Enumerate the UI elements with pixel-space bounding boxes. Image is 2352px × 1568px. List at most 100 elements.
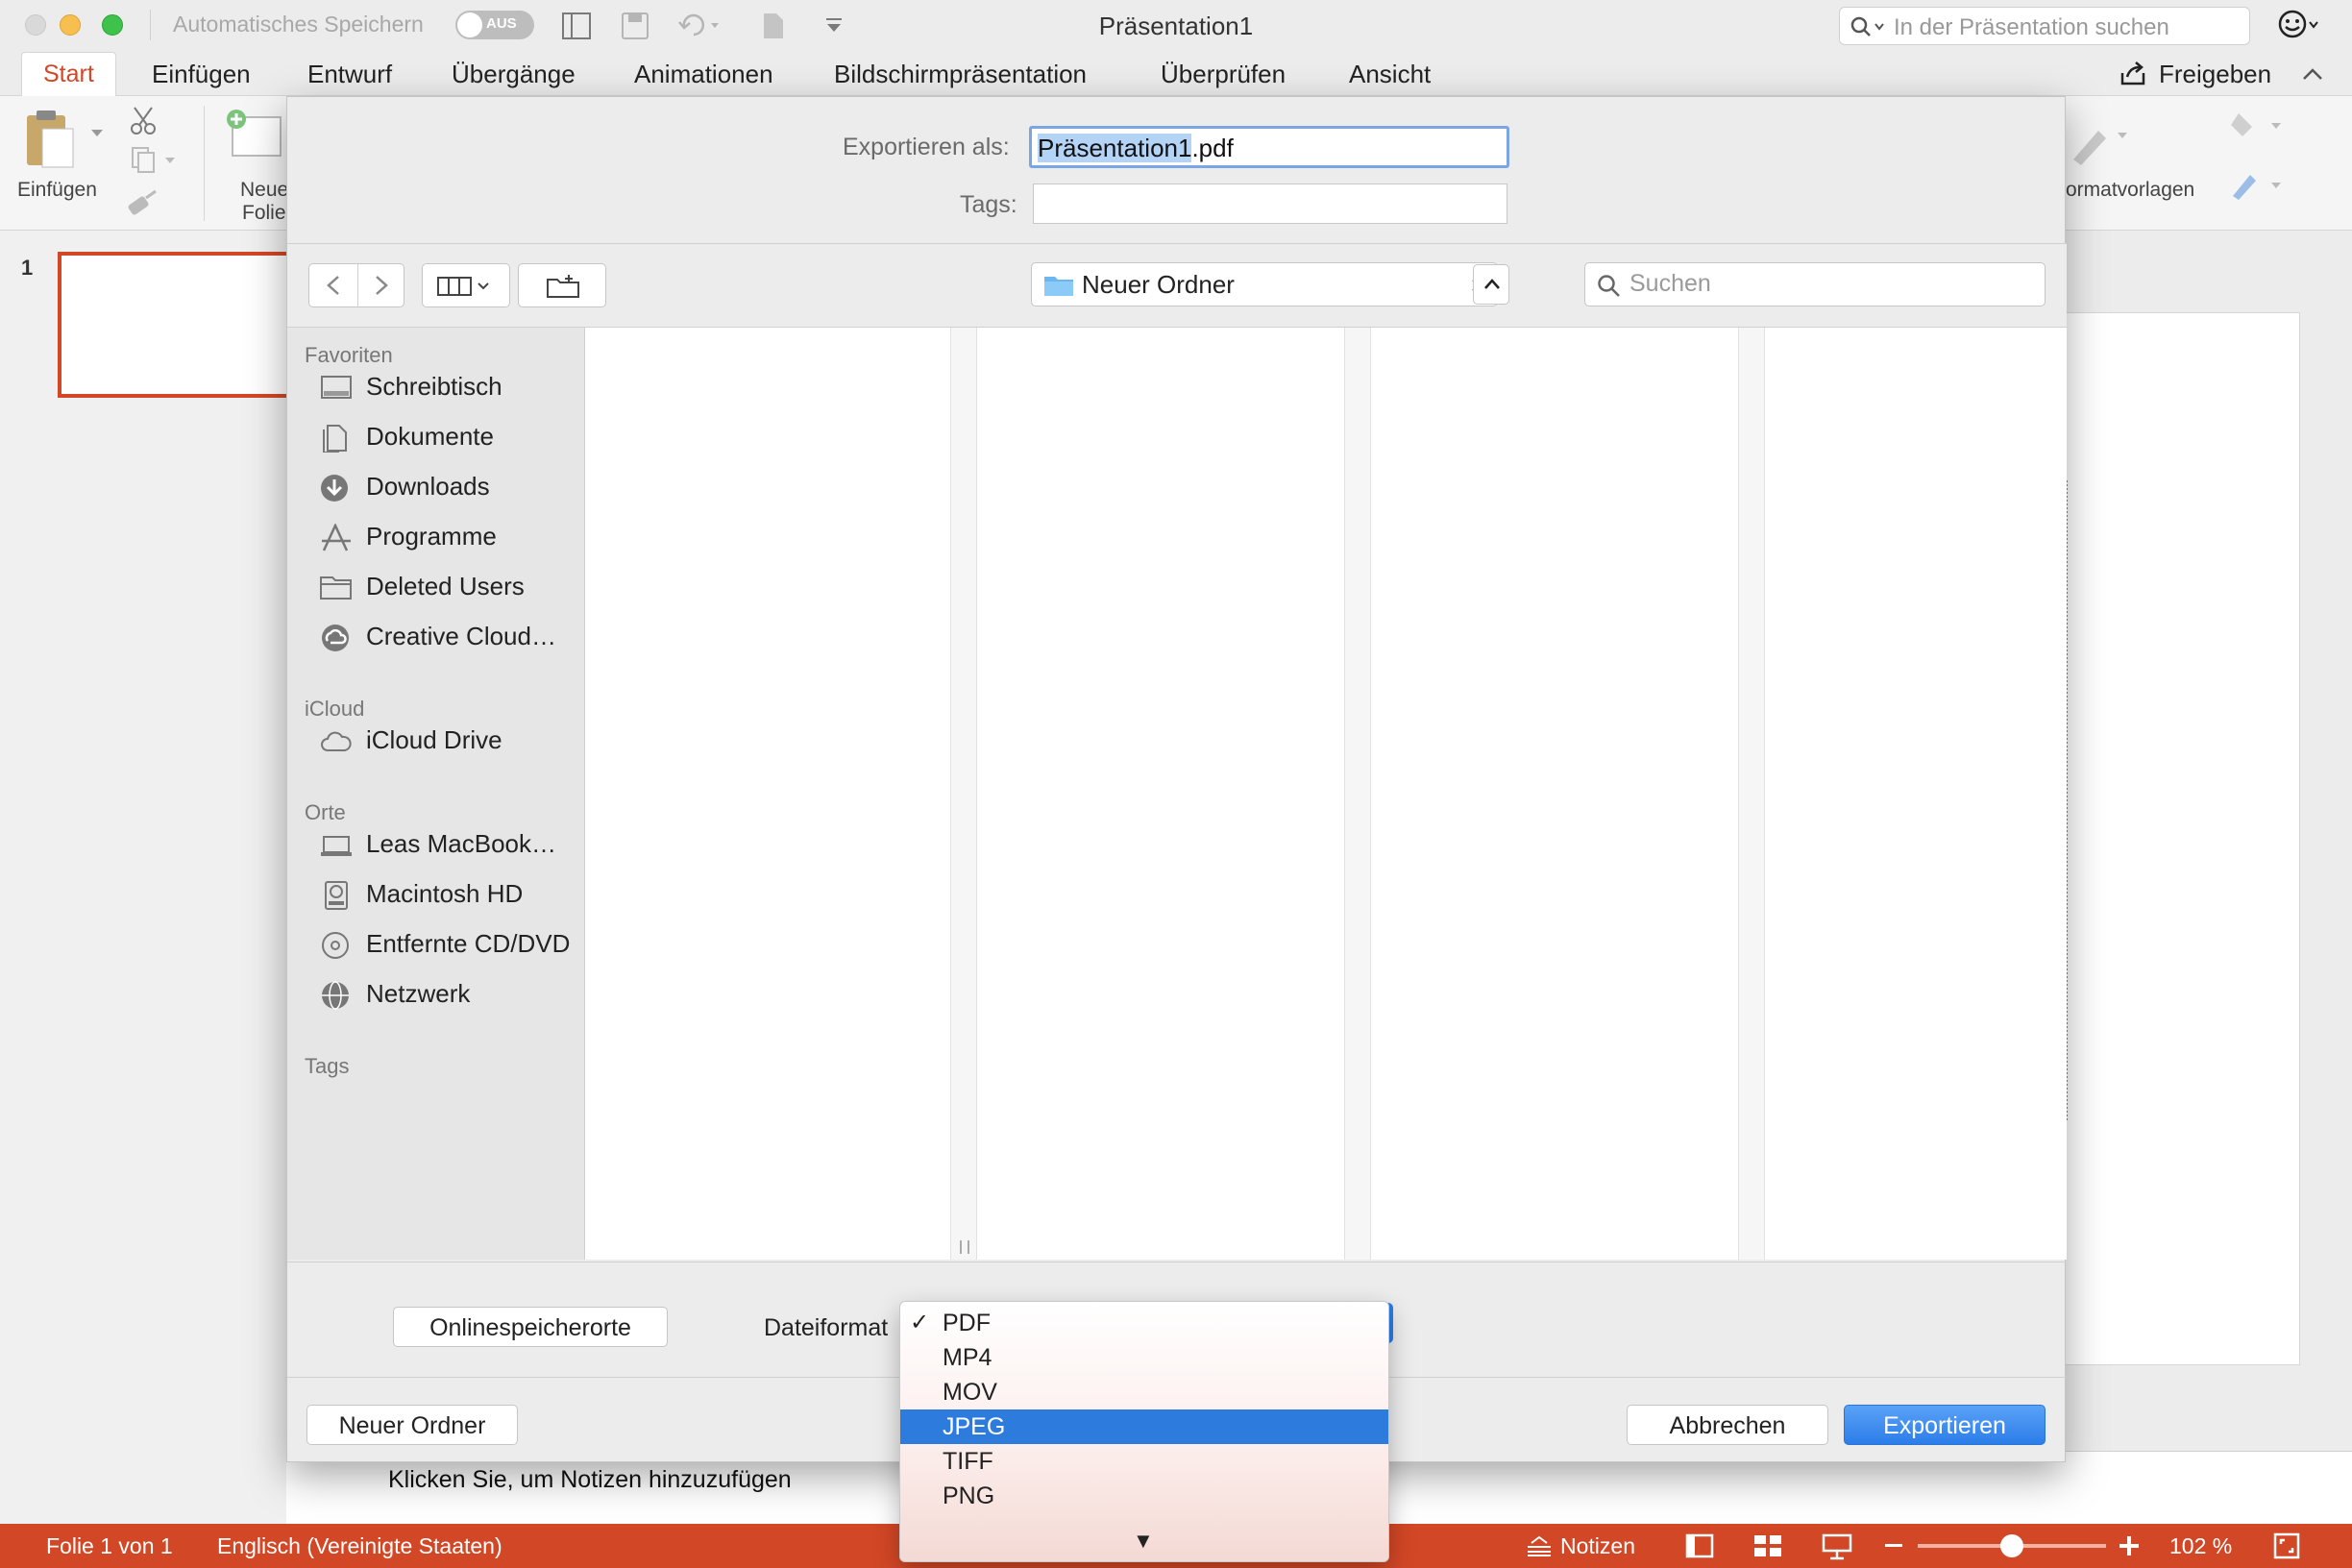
sidebar-item-label: Downloads [366,472,490,501]
icloud-header: iCloud [305,697,365,721]
file-browser[interactable] [585,328,2067,1260]
tags-field[interactable] [1033,184,1507,224]
filename-field[interactable]: Präsentation1.pdf [1029,126,1509,168]
sidebar-item-macintosh-hd[interactable]: Macintosh HD [305,873,583,916]
paste-icon[interactable] [21,108,79,171]
notes-label: Notizen [1560,1533,1635,1558]
sidebar-item-label: iCloud Drive [366,725,502,754]
downloads-icon [321,475,348,502]
sidebar-item-network[interactable]: Netzwerk [305,973,583,1016]
new-slide-icon[interactable] [225,108,282,161]
tab-design[interactable]: Entwurf [307,60,392,89]
menu-item-pdf[interactable]: ✓ PDF [900,1306,1388,1340]
menu-item-label: TIFF [943,1448,993,1475]
scroll-down-arrow-icon[interactable]: ▼ [1133,1529,1154,1554]
language-indicator[interactable]: Englisch (Vereinigte Staaten) [217,1533,502,1559]
ribbon-divider [204,106,205,221]
tab-slideshow[interactable]: Bildschirmpräsentation [834,60,1087,89]
tab-review[interactable]: Überprüfen [1161,60,1286,89]
sidebar-item-label: Entfernte CD/DVD [366,929,571,958]
smiley-feedback-icon[interactable] [2277,9,2321,41]
new-folder-toolbar-button[interactable] [518,263,606,307]
slide-info: Folie 1 von 1 [46,1533,173,1558]
share-icon [2120,61,2145,86]
column-divider[interactable] [1738,328,1765,1260]
column-resize-handle[interactable] [960,1240,969,1254]
zoom-level[interactable]: 102 % [2169,1533,2232,1559]
menu-item-jpeg[interactable]: JPEG [900,1409,1388,1444]
sidebar-item-desktop[interactable]: Schreibtisch [305,366,583,408]
new-slide-label: Neue [240,179,289,201]
places-header: Orte [305,800,346,824]
expand-collapse-button[interactable] [1473,264,1509,305]
collapse-ribbon-icon[interactable] [2302,67,2323,81]
notes-toggle-button[interactable]: Notizen [1526,1531,1651,1560]
file-format-label: Dateiformat [764,1314,889,1341]
filename-selection: Präsentation1 [1038,134,1192,162]
menu-item-label: PNG [943,1482,995,1509]
outline-pen-icon[interactable] [2229,169,2291,202]
column-divider[interactable] [950,328,977,1260]
folder-icon [320,576,352,600]
chevron-up-icon [1484,279,1500,289]
checkmark-icon: ✓ [910,1310,930,1335]
forward-icon[interactable] [373,275,390,296]
zoom-out-icon[interactable] [1885,1543,1902,1549]
view-mode-button[interactable] [422,263,510,307]
desktop-icon [321,376,352,399]
zoom-in-icon[interactable] [2119,1536,2139,1556]
sidebar-item-label: Netzwerk [366,979,471,1008]
back-icon[interactable] [325,275,342,296]
slide-thumbnail[interactable] [58,252,307,398]
slide-sorter-icon[interactable] [1752,1533,1783,1558]
column-divider[interactable] [1344,328,1371,1260]
columns-view-icon [437,277,489,296]
new-folder-button[interactable]: Neuer Ordner [306,1405,518,1445]
sidebar-item-label: Leas MacBook… [366,829,556,858]
cloud-icon [321,731,352,751]
sidebar-item-creative-cloud[interactable]: Creative Cloud… [305,616,583,658]
sidebar-item-deleted-users[interactable]: Deleted Users [305,566,583,608]
sidebar-item-downloads[interactable]: Downloads [305,466,583,508]
export-button[interactable]: Exportieren [1844,1405,2046,1445]
location-label: Neuer Ordner [1082,270,1235,299]
sidebar-item-documents[interactable]: Dokumente [305,416,583,458]
menu-item-label: MOV [943,1379,997,1406]
tab-insert[interactable]: Einfügen [152,60,251,89]
cancel-button[interactable]: Abbrechen [1627,1405,1828,1445]
location-popup[interactable]: Neuer Ordner [1031,262,1498,306]
ribbon-tab-bar: Start Einfügen Entwurf Übergänge Animati… [0,52,2352,96]
sidebar-item-icloud-drive[interactable]: iCloud Drive [305,720,583,762]
cut-icon[interactable] [129,106,158,136]
zoom-slider-knob[interactable] [2000,1534,2023,1557]
tab-animations[interactable]: Animationen [634,60,773,89]
sidebar-item-macbook[interactable]: Leas MacBook… [305,823,583,866]
tab-start[interactable]: Start [21,52,116,96]
menu-item-mov[interactable]: MOV [900,1375,1388,1409]
notes-icon [1528,1535,1551,1556]
menu-item-png[interactable]: PNG [900,1479,1388,1513]
menu-item-mp4[interactable]: MP4 [900,1340,1388,1375]
menu-item-label: PDF [943,1310,991,1336]
format-painter-icon[interactable] [127,188,159,217]
dialog-search-placeholder: Suchen [1629,270,1711,297]
file-format-menu: ✓ PDF MP4 MOV JPEG TIFF PNG ▼ [899,1301,1389,1562]
tab-view[interactable]: Ansicht [1349,60,1431,89]
menu-item-tiff[interactable]: TIFF [900,1444,1388,1479]
sidebar-item-applications[interactable]: Programme [305,516,583,558]
menu-item-label: MP4 [943,1344,992,1371]
normal-view-icon[interactable] [1685,1533,1714,1558]
filename-extension: .pdf [1191,134,1234,162]
fit-to-window-icon[interactable] [2273,1532,2300,1559]
dialog-search-field[interactable]: Suchen [1584,262,2046,306]
menu-item-label: JPEG [943,1413,1006,1440]
paste-dropdown-icon[interactable] [90,129,104,138]
copy-icon[interactable] [129,146,177,173]
reading-view-icon[interactable] [1822,1533,1852,1560]
tab-transitions[interactable]: Übergänge [452,60,576,89]
styles-brush-icon[interactable] [2068,117,2129,167]
online-locations-button[interactable]: Onlinespeicherorte [393,1307,668,1347]
fill-color-icon[interactable] [2229,110,2291,142]
presentation-search-field[interactable]: In der Präsentation suchen [1839,7,2250,45]
sidebar-item-remote-disc[interactable]: Entfernte CD/DVD [305,923,583,966]
